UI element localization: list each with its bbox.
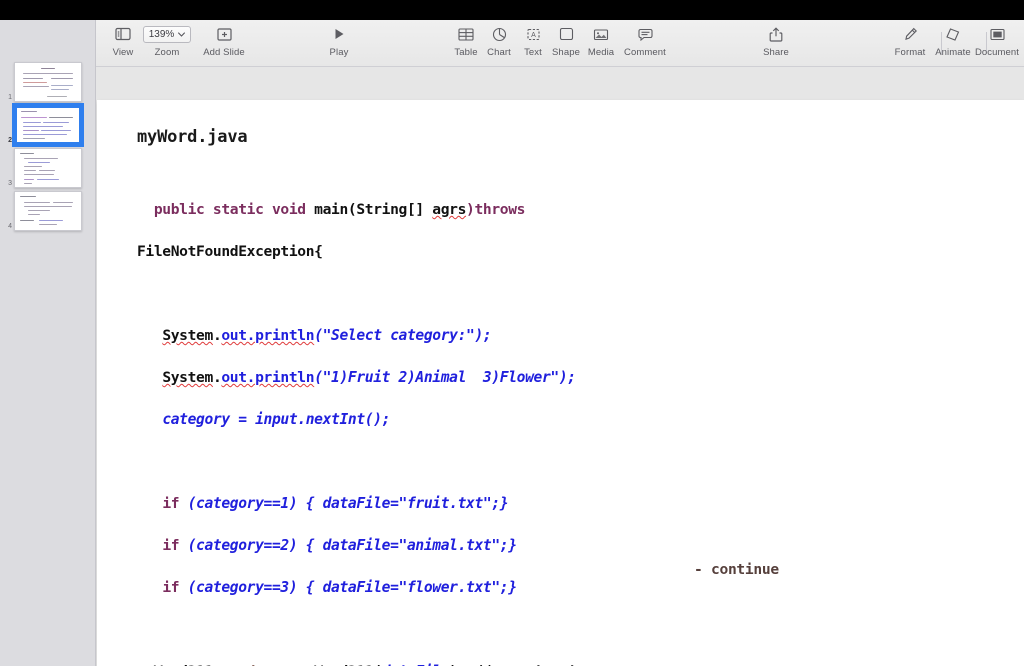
code-system-token: System (162, 327, 213, 344)
slide-thumbnail-preview[interactable] (14, 191, 82, 231)
code-out-println-token: out.println (221, 327, 315, 344)
slide-title[interactable]: myWord.java (137, 127, 248, 147)
slide-thumbnail-3[interactable]: 3 (0, 148, 95, 188)
slide-thumbnail-1[interactable]: 1 (0, 62, 95, 102)
toolbar-label-document: Document (974, 47, 1020, 58)
code-line-exception: FileNotFoundException{ (137, 241, 626, 262)
slide-thumbnail-preview[interactable] (14, 62, 82, 102)
slide-thumbnail-4[interactable]: 4 (0, 191, 95, 231)
zoom-value-container: 139% (142, 24, 192, 44)
play-icon (332, 24, 346, 44)
slide-thumbnail-preview[interactable] (14, 148, 82, 188)
chart-icon (492, 24, 507, 44)
svg-text:A: A (531, 32, 536, 39)
code-line-if-animal: if (category==2) { dataFile="animal.txt"… (137, 535, 626, 556)
media-icon (593, 24, 609, 44)
code-if-animal-body: (category==2) { dataFile="animal.txt";} (187, 537, 517, 554)
toolbar-label-add-slide: Add Slide (203, 47, 245, 58)
code-keyword-if: if (162, 537, 188, 554)
menu-bar (0, 0, 1024, 20)
continue-note[interactable]: - continue (694, 561, 779, 578)
code-line-if-flower: if (category==3) { dataFile="flower.txt"… (137, 577, 626, 598)
format-brush-icon (903, 24, 918, 44)
toolbar-button-add-slide[interactable]: Add Slide (187, 24, 261, 58)
comment-icon (637, 24, 653, 44)
slide-canvas[interactable]: myWord.java public static void main(Stri… (97, 100, 1024, 666)
slide-number-label: 3 (8, 180, 12, 187)
code-string-menu-options: ("1)Fruit 2)Animal 3)Flower"); (314, 369, 576, 386)
code-line-println-select: System.out.println("Select category:"); (137, 325, 626, 346)
toolbar-button-document[interactable]: Document (970, 24, 1024, 58)
toolbar-label-comment: Comment (624, 47, 666, 58)
code-if-fruit-body: (category==1) { dataFile="fruit.txt";} (187, 495, 509, 512)
zoom-dropdown[interactable]: 139% (142, 25, 192, 43)
code-string-select-category: ("Select category:"); (314, 327, 492, 344)
toolbar-button-comment[interactable]: Comment (613, 24, 677, 58)
toolbar-label-animate: Animate (935, 47, 971, 58)
slide-thumbnail-preview[interactable] (14, 105, 82, 145)
code-exception-name: FileNotFoundException{ (137, 243, 323, 260)
code-keyword-public-static-void: public static void (153, 201, 315, 218)
shape-icon (559, 24, 574, 44)
slide-thumbnail-2[interactable]: 2 (0, 105, 95, 145)
code-main-declaration: main(String[] (314, 201, 433, 218)
code-system-token: System (162, 369, 213, 386)
toolbar-button-play[interactable]: Play (312, 24, 366, 58)
toolbar-button-share[interactable]: Share (749, 24, 803, 58)
slide-number-label: 1 (8, 94, 12, 101)
add-slide-icon (216, 24, 232, 44)
toolbar-label-format: Format (894, 47, 926, 58)
code-line-category-input: category = input.nextInt(); (137, 409, 626, 430)
slide-number-label: 4 (8, 223, 12, 230)
toolbar-control-zoom[interactable]: 139% Zoom (140, 24, 194, 58)
code-misspelled-agrs: agrs (432, 201, 467, 218)
toolbar-label-media: Media (587, 47, 615, 58)
toolbar-label-zoom: Zoom (154, 47, 180, 58)
code-out-println-token: out.println (221, 369, 315, 386)
code-if-flower-body: (category==3) { dataFile="flower.txt";} (187, 579, 517, 596)
zoom-value: 139% (148, 28, 175, 40)
code-line-if-fruit: if (category==1) { dataFile="fruit.txt";… (137, 493, 626, 514)
chevron-down-icon (178, 31, 186, 37)
code-line-println-menu: System.out.println("1)Fruit 2)Animal 3)F… (137, 367, 626, 388)
toolbar-label-view: View (112, 47, 134, 58)
toolbar-label-play: Play (329, 47, 349, 58)
code-line-constructor: Word211 word = new Word211(dataFile); //… (137, 661, 626, 666)
animate-icon (945, 24, 961, 44)
slide-code-body[interactable]: public static void main(String[] agrs)th… (137, 178, 626, 666)
toolbar-label-share: Share (763, 47, 789, 58)
code-category-assignment: category = input.nextInt(); (162, 411, 391, 428)
slide-number-label: 2 (8, 137, 12, 144)
share-icon (769, 24, 783, 44)
document-icon (989, 24, 1005, 44)
code-line-signature: public static void main(String[] agrs)th… (137, 199, 626, 220)
code-keyword-if: if (162, 495, 188, 512)
slide-workspace[interactable]: myWord.java public static void main(Stri… (96, 67, 1024, 666)
code-keyword-throws: )throws (466, 201, 526, 218)
view-sidebar-icon (115, 24, 131, 44)
toolbar: View 139% Zoom Add Slide Play Table Char… (96, 20, 1024, 67)
code-keyword-if: if (162, 579, 188, 596)
slide-navigator[interactable]: 1 2 3 4 (0, 20, 96, 666)
